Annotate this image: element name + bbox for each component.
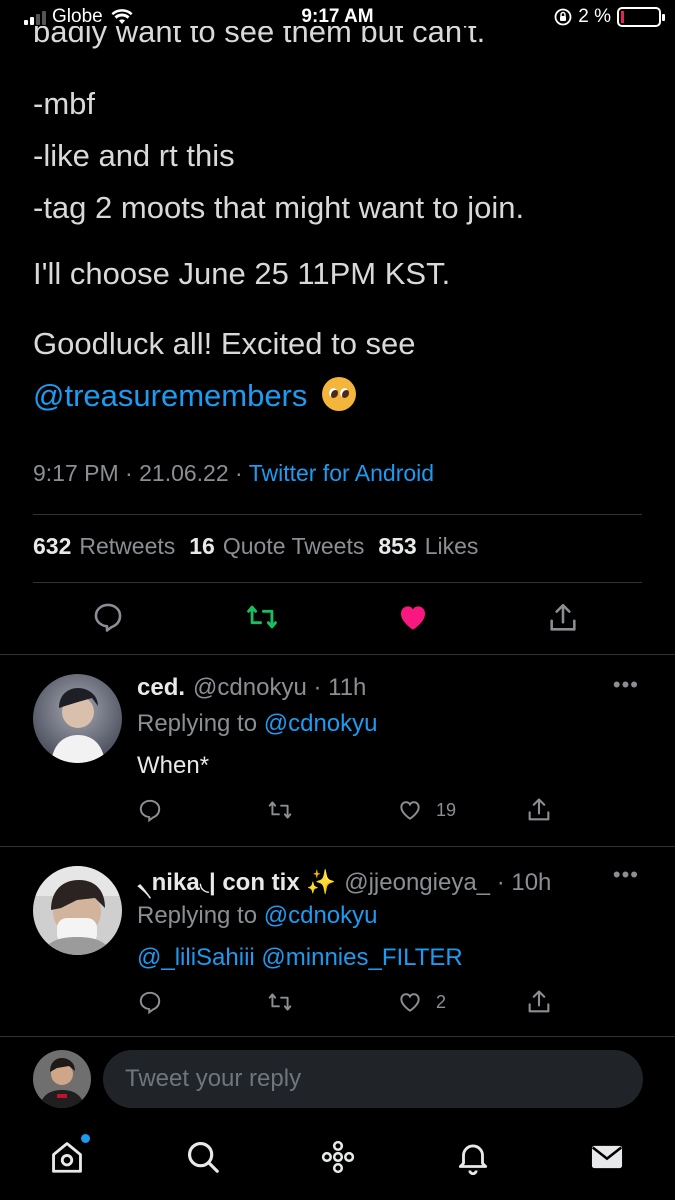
mail-icon: [591, 1145, 623, 1169]
more-options-icon[interactable]: •••: [613, 862, 639, 888]
reply-action-bar: 19: [0, 794, 675, 828]
meta-separator: ·: [125, 460, 133, 486]
replying-to-link[interactable]: @cdnokyu: [264, 902, 378, 929]
reply-item[interactable]: ced. @cdnokyu · 11h ••• Replying to @cdno…: [0, 654, 675, 846]
replying-to: Replying to @cdnokyu: [137, 710, 378, 737]
retweet-icon: [247, 605, 277, 629]
reply-author-handle[interactable]: @cdnokyu: [193, 674, 307, 701]
avatar[interactable]: [33, 866, 122, 955]
reply-button[interactable]: [137, 986, 163, 1018]
tweet-meta: 9:17 PM · 21.06.22 · Twitter for Android: [33, 460, 434, 487]
bottom-nav: [0, 1126, 675, 1200]
tweet-line-3: -tag 2 moots that might want to join.: [33, 190, 525, 225]
notification-dot: [81, 1134, 90, 1143]
tweet-goodluck-line: Goodluck all! Excited to see: [33, 326, 416, 361]
mention-link[interactable]: @treasuremembers: [33, 378, 307, 413]
heart-filled-icon: [400, 606, 426, 630]
search-tab[interactable]: [184, 1138, 224, 1178]
tweet-line-1: -mbf: [33, 86, 95, 121]
divider: [33, 582, 642, 583]
retweet-icon: [268, 801, 292, 819]
bell-icon: [458, 1144, 488, 1175]
spaces-tab[interactable]: [319, 1138, 359, 1178]
notifications-tab[interactable]: [454, 1138, 494, 1178]
like-button[interactable]: 2: [396, 986, 446, 1018]
reply-header: ced. @cdnokyu · 11h: [137, 674, 366, 702]
reply-time: · 11h: [313, 674, 367, 701]
divider: [33, 514, 642, 515]
replying-to: Replying to @cdnokyu: [137, 902, 378, 929]
more-options-icon[interactable]: •••: [613, 672, 639, 698]
spaces-icon: [321, 1140, 355, 1174]
share-button[interactable]: [525, 794, 553, 826]
tweet-mention-line: @treasuremembers: [33, 370, 653, 422]
reply-input[interactable]: [103, 1050, 643, 1108]
heart-icon: [400, 993, 420, 1012]
replying-to-link[interactable]: @cdnokyu: [264, 710, 378, 737]
tweet-date: 21.06.22: [139, 460, 229, 486]
avatar[interactable]: [33, 674, 122, 763]
like-button[interactable]: [395, 600, 431, 640]
current-user-avatar[interactable]: [33, 1050, 91, 1108]
messages-tab[interactable]: [588, 1138, 628, 1178]
tweet-source-link[interactable]: Twitter for Android: [249, 460, 434, 486]
reply-button[interactable]: [137, 794, 163, 826]
reply-text: When*: [137, 752, 210, 779]
reply-header: ৲nika◟| con tix ✨ @jjeongieya_ · 10h: [137, 864, 551, 904]
status-bar: Globe 9:17 AM 2 %: [0, 0, 675, 34]
retweets-stat[interactable]: 632 Retweets: [33, 533, 175, 560]
reply-icon: [94, 603, 122, 632]
reply-author-name[interactable]: ৲nika◟| con tix ✨: [137, 869, 336, 896]
retweet-icon: [268, 993, 292, 1011]
home-icon: [52, 1142, 82, 1173]
like-count: 2: [436, 991, 447, 1012]
reply-icon: [139, 799, 161, 823]
reply-time: · 10h: [496, 869, 552, 896]
reply-button[interactable]: [91, 600, 127, 640]
retweet-button[interactable]: [265, 986, 295, 1018]
reply-item[interactable]: ৲nika◟| con tix ✨ @jjeongieya_ · 10h ••• …: [0, 846, 675, 1036]
tweet-choose-line: I'll choose June 25 11PM KST.: [33, 256, 451, 291]
quotes-stat[interactable]: 16 Quote Tweets: [189, 533, 364, 560]
divider: [0, 1036, 675, 1037]
meta-separator: ·: [235, 460, 243, 486]
like-count: 19: [436, 799, 457, 820]
share-button[interactable]: [525, 986, 553, 1018]
reply-composer[interactable]: [103, 1050, 643, 1108]
like-button[interactable]: 19: [396, 794, 456, 826]
likes-stat[interactable]: 853 Likes: [378, 533, 478, 560]
tweet-stats: 632 Retweets 16 Quote Tweets 853 Likes: [33, 533, 478, 560]
tweet-line-2: -like and rt this: [33, 138, 235, 173]
battery-percent: 2 %: [578, 6, 611, 27]
pleading-face-emoji: [322, 377, 357, 411]
status-right: 2 %: [554, 6, 665, 28]
search-icon: [187, 1141, 219, 1173]
share-icon: [550, 603, 576, 631]
reply-icon: [139, 991, 161, 1015]
share-icon: [528, 990, 550, 1013]
share-icon: [528, 798, 550, 821]
reply-text[interactable]: @_liliSahiii @minnies_FILTER: [137, 944, 463, 972]
tweet-time: 9:17 PM: [33, 460, 119, 486]
battery-icon: [617, 7, 665, 27]
share-button[interactable]: [546, 600, 582, 640]
retweet-button[interactable]: [265, 794, 295, 826]
tweet-action-bar: [0, 600, 675, 644]
retweet-button[interactable]: [244, 600, 280, 640]
home-tab[interactable]: [48, 1134, 90, 1178]
reply-author-name[interactable]: ced.: [137, 674, 185, 701]
reply-author-handle[interactable]: @jjeongieya_: [344, 869, 490, 896]
reply-action-bar: 2: [0, 986, 675, 1020]
heart-icon: [400, 801, 420, 820]
orientation-lock-icon: [554, 8, 572, 26]
